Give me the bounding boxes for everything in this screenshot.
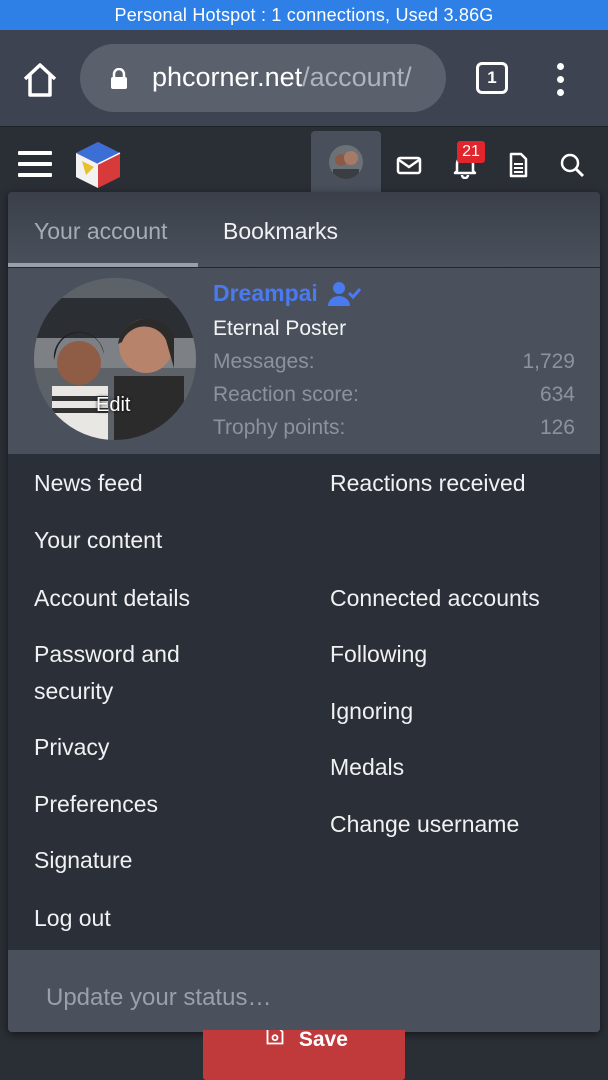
floppy-icon: [266, 1030, 284, 1045]
stat-label: Messages:: [213, 350, 315, 373]
hotspot-status-bar: Personal Hotspot : 1 connections, Used 3…: [0, 0, 608, 30]
lock-icon: [110, 67, 128, 90]
site-logo[interactable]: [72, 139, 124, 191]
edit-avatar-link[interactable]: Edit: [96, 394, 130, 417]
document-icon[interactable]: [504, 151, 532, 179]
menu-icon[interactable]: [18, 151, 52, 179]
menu-preferences[interactable]: Preferences: [34, 786, 158, 823]
menu-ignoring[interactable]: Ignoring: [330, 693, 413, 730]
menu-log-out[interactable]: Log out: [34, 900, 111, 937]
menu-password-security[interactable]: Password and security: [34, 636, 234, 710]
stat-value: 634: [539, 383, 575, 406]
tab-your-account[interactable]: Your account: [34, 218, 167, 245]
search-icon[interactable]: [558, 151, 586, 179]
menu-your-content[interactable]: Your content: [34, 522, 162, 559]
url-host: phcorner.net: [152, 62, 303, 92]
address-bar[interactable]: phcorner.net/account/: [80, 44, 446, 112]
browser-toolbar: phcorner.net/account/ 1: [0, 30, 608, 126]
dropdown-tabs: Your account Bookmarks: [8, 192, 600, 268]
stat-value: 1,729: [522, 350, 575, 373]
avatar: [329, 145, 363, 179]
home-icon[interactable]: [20, 60, 60, 100]
url-text: phcorner.net/account/: [152, 62, 412, 93]
menu-signature[interactable]: Signature: [34, 842, 132, 879]
account-menu-tab[interactable]: [311, 131, 381, 197]
stat-messages: Messages: 1,729: [213, 350, 575, 374]
url-path: /account/: [302, 62, 412, 92]
save-button-content: Save: [263, 1030, 348, 1050]
menu-following[interactable]: Following: [330, 636, 427, 673]
menu-connected-accounts[interactable]: Connected accounts: [330, 580, 540, 617]
envelope-icon[interactable]: [395, 151, 423, 179]
active-tab-indicator: [8, 263, 198, 267]
stat-trophy-points: Trophy points: 126: [213, 416, 575, 440]
user-title: Eternal Poster: [213, 317, 347, 340]
profile-card: Edit Dreampai Eternal Poster Messages: 1…: [8, 268, 600, 454]
menu-medals[interactable]: Medals: [330, 749, 404, 786]
menu-change-username[interactable]: Change username: [330, 806, 519, 843]
menu-news-feed[interactable]: News feed: [34, 465, 143, 502]
stat-label: Trophy points:: [213, 416, 346, 439]
save-label: Save: [298, 1030, 348, 1051]
save-button[interactable]: Save: [203, 1030, 405, 1080]
stat-reaction-score: Reaction score: 634: [213, 383, 575, 407]
menu-privacy[interactable]: Privacy: [34, 729, 109, 766]
site-header: 21: [0, 126, 608, 202]
username-link[interactable]: Dreampai: [213, 280, 318, 307]
menu-account-details[interactable]: Account details: [34, 580, 190, 617]
status-update-bar: [8, 950, 600, 1032]
tabs-icon[interactable]: 1: [476, 62, 508, 94]
notification-badge: 21: [457, 141, 485, 163]
verified-user-icon: [328, 280, 362, 308]
stat-value: 126: [539, 416, 575, 439]
tab-bookmarks[interactable]: Bookmarks: [223, 218, 338, 245]
more-vert-icon[interactable]: [550, 60, 570, 100]
menu-reactions-received[interactable]: Reactions received: [330, 465, 526, 502]
stat-label: Reaction score:: [213, 383, 359, 406]
account-dropdown: Your account Bookmarks Edit Dreampai Ete…: [8, 192, 600, 1032]
status-input[interactable]: [46, 980, 566, 1016]
